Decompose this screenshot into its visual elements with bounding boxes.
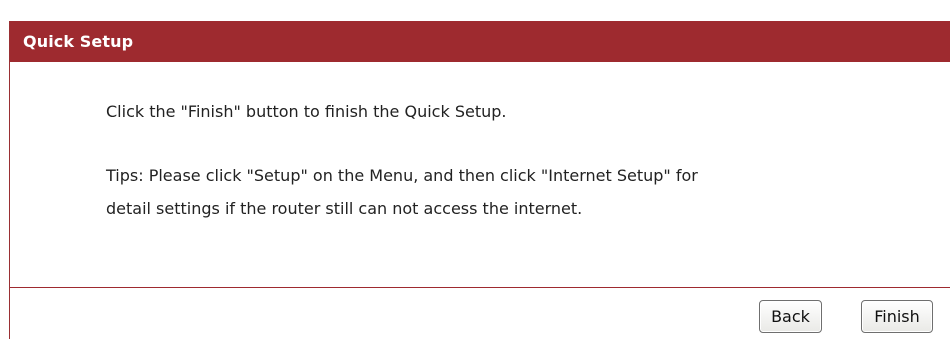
back-button[interactable]: Back xyxy=(759,300,822,333)
tips-text-line-1: Tips: Please click "Setup" on the Menu, … xyxy=(106,166,698,185)
panel-content: Click the "Finish" button to finish the … xyxy=(10,62,950,287)
finish-instruction-text: Click the "Finish" button to finish the … xyxy=(106,102,507,121)
panel-header: Quick Setup xyxy=(10,21,950,62)
quick-setup-page: Quick Setup Click the "Finish" button to… xyxy=(0,0,950,339)
finish-button[interactable]: Finish xyxy=(861,300,933,333)
panel-title: Quick Setup xyxy=(23,32,134,51)
quick-setup-panel: Quick Setup Click the "Finish" button to… xyxy=(9,21,950,339)
footer-divider xyxy=(10,287,950,288)
tips-text-line-2: detail settings if the router still can … xyxy=(106,199,583,218)
